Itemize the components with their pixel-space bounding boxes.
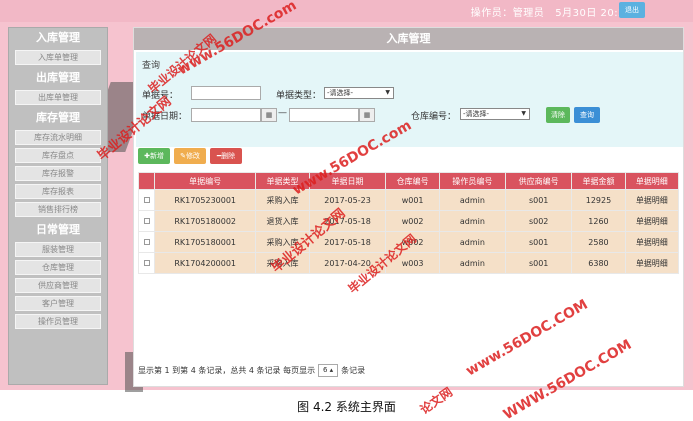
table-cell: s002 bbox=[505, 210, 573, 232]
table-cell: 采购入库 bbox=[255, 231, 310, 253]
table-cell: 采购入库 bbox=[255, 252, 310, 274]
doc-date-label: 单据日期： bbox=[142, 112, 188, 122]
calendar-icon[interactable]: ▦ bbox=[261, 108, 277, 122]
sidebar-section-title: 日常管理 bbox=[36, 223, 80, 236]
table-cell: RK1704200001 bbox=[153, 252, 257, 274]
inbound-orders-table: 单据编号 单据类型 单据日期 仓库编号 操作员编号 供应商编号 单据金额 单据明… bbox=[138, 172, 680, 274]
column-header[interactable]: 单据明细 bbox=[624, 172, 680, 190]
sidebar-section-title: 出库管理 bbox=[36, 71, 80, 84]
details-link[interactable]: 单据明细 bbox=[624, 231, 680, 253]
table-cell: 1260 bbox=[571, 210, 626, 232]
doc-type-label: 单据类型： bbox=[276, 91, 322, 101]
column-header[interactable]: 操作员编号 bbox=[438, 172, 507, 190]
sidebar-item-stock-flow[interactable]: 库存流水明细 bbox=[15, 130, 101, 145]
table-cell: admin bbox=[438, 231, 507, 253]
table-cell: admin bbox=[438, 252, 507, 274]
table-cell: admin bbox=[438, 189, 507, 211]
clear-button[interactable]: 清除 bbox=[546, 107, 570, 123]
table-cell: 2017-05-18 bbox=[308, 210, 387, 232]
page-size-select[interactable]: 6 ▴ bbox=[318, 364, 339, 377]
sidebar-item-stock-alarm[interactable]: 库存报警 bbox=[15, 166, 101, 181]
doc-no-input[interactable] bbox=[191, 86, 261, 100]
sidebar-section-title: 库存管理 bbox=[36, 111, 80, 124]
column-header[interactable]: 单据编号 bbox=[153, 172, 257, 190]
sidebar-item-stocktaking[interactable]: 库存盘点 bbox=[15, 148, 101, 163]
table-cell: 采购入库 bbox=[255, 189, 310, 211]
sidebar-item-inbound-orders[interactable]: 入库单管理 bbox=[15, 50, 101, 65]
warehouse-label: 仓库编号： bbox=[411, 112, 457, 122]
sidebar: 入库管理 入库单管理 出库管理 出库单管理 库存管理 库存流水明细 库存盘点 库… bbox=[8, 27, 108, 385]
chevron-down-icon: ▼ bbox=[385, 89, 390, 96]
table-cell: 6380 bbox=[571, 252, 626, 274]
table-header-row: 单据编号 单据类型 单据日期 仓库编号 操作员编号 供应商编号 单据金额 单据明… bbox=[138, 172, 680, 190]
start-date-input[interactable] bbox=[191, 108, 261, 122]
column-header[interactable]: 仓库编号 bbox=[385, 172, 440, 190]
sidebar-item-warehouse[interactable]: 仓库管理 bbox=[15, 260, 101, 275]
chevron-down-icon: ▼ bbox=[521, 110, 526, 117]
table-row[interactable]: RK1705180001 采购入库 2017-05-18 w002 admin … bbox=[138, 231, 680, 253]
sidebar-item-supplier[interactable]: 供应商管理 bbox=[15, 278, 101, 293]
exit-button[interactable]: 退出 bbox=[619, 2, 645, 18]
edit-button[interactable]: ✎修改 bbox=[174, 148, 206, 164]
table-cell: 2017-04-20 bbox=[308, 252, 387, 274]
column-header[interactable]: 供应商编号 bbox=[505, 172, 573, 190]
select-all-header bbox=[138, 172, 155, 190]
row-checkbox[interactable] bbox=[138, 210, 155, 232]
column-header[interactable]: 单据金额 bbox=[571, 172, 626, 190]
top-bar: 操作员：管理员 5月30日 20:2 退出 bbox=[0, 0, 693, 22]
search-title: 查询 bbox=[142, 61, 161, 71]
table-cell: RK1705180002 bbox=[153, 210, 257, 232]
add-button[interactable]: ✚新增 bbox=[138, 148, 170, 164]
date-separator: — bbox=[278, 108, 287, 118]
table-cell: 2017-05-18 bbox=[308, 231, 387, 253]
doc-type-select[interactable]: -请选择- ▼ bbox=[324, 87, 394, 99]
table-cell: 12925 bbox=[571, 189, 626, 211]
sidebar-item-sales-ranking[interactable]: 销售排行榜 bbox=[15, 202, 101, 217]
pagination-info: 显示第 1 到第 4 条记录，总共 4 条记录 每页显示 6 ▴ 条记录 bbox=[138, 364, 366, 377]
operator-info: 操作员：管理员 5月30日 20:2 bbox=[470, 8, 625, 19]
table-cell: s001 bbox=[505, 252, 573, 274]
figure-caption: 图 4.2 系统主界面 bbox=[297, 400, 396, 414]
end-date-input[interactable] bbox=[289, 108, 359, 122]
table-cell: RK1705180001 bbox=[153, 231, 257, 253]
table-cell: w002 bbox=[385, 231, 440, 253]
column-header[interactable]: 单据日期 bbox=[308, 172, 387, 190]
details-link[interactable]: 单据明细 bbox=[624, 210, 680, 232]
query-button[interactable]: 查询 bbox=[574, 107, 600, 123]
search-panel: 查询 单据号： 单据类型： -请选择- ▼ 单据日期： ▦ — ▦ 仓库编号： -… bbox=[136, 52, 683, 147]
table-row[interactable]: RK1705180002 退货入库 2017-05-18 w002 admin … bbox=[138, 210, 680, 232]
sidebar-item-stock-report[interactable]: 库存报表 bbox=[15, 184, 101, 199]
table-cell: s001 bbox=[505, 231, 573, 253]
table-row[interactable]: RK1705230001 采购入库 2017-05-23 w001 admin … bbox=[138, 189, 680, 211]
sidebar-item-clothing[interactable]: 服装管理 bbox=[15, 242, 101, 257]
row-checkbox[interactable] bbox=[138, 252, 155, 274]
doc-no-label: 单据号： bbox=[142, 91, 179, 101]
sidebar-item-customer[interactable]: 客户管理 bbox=[15, 296, 101, 311]
delete-button[interactable]: ━删除 bbox=[210, 148, 242, 164]
table-cell: w001 bbox=[385, 189, 440, 211]
details-link[interactable]: 单据明细 bbox=[624, 189, 680, 211]
sidebar-item-outbound-orders[interactable]: 出库单管理 bbox=[15, 90, 101, 105]
column-header[interactable]: 单据类型 bbox=[255, 172, 310, 190]
sidebar-item-operator[interactable]: 操作员管理 bbox=[15, 314, 101, 329]
row-checkbox[interactable] bbox=[138, 231, 155, 253]
sidebar-section-title: 入库管理 bbox=[36, 31, 80, 44]
table-cell: admin bbox=[438, 210, 507, 232]
table-cell: w002 bbox=[385, 210, 440, 232]
warehouse-select[interactable]: -请选择- ▼ bbox=[460, 108, 530, 120]
table-row[interactable]: RK1704200001 采购入库 2017-04-20 w003 admin … bbox=[138, 252, 680, 274]
table-cell: 2580 bbox=[571, 231, 626, 253]
table-cell: s001 bbox=[505, 189, 573, 211]
table-cell: w003 bbox=[385, 252, 440, 274]
table-cell: 2017-05-23 bbox=[308, 189, 387, 211]
calendar-icon[interactable]: ▦ bbox=[359, 108, 375, 122]
table-cell: RK1705230001 bbox=[153, 189, 257, 211]
table-cell: 退货入库 bbox=[255, 210, 310, 232]
page-title: 入库管理 bbox=[134, 28, 683, 50]
details-link[interactable]: 单据明细 bbox=[624, 252, 680, 274]
row-checkbox[interactable] bbox=[138, 189, 155, 211]
